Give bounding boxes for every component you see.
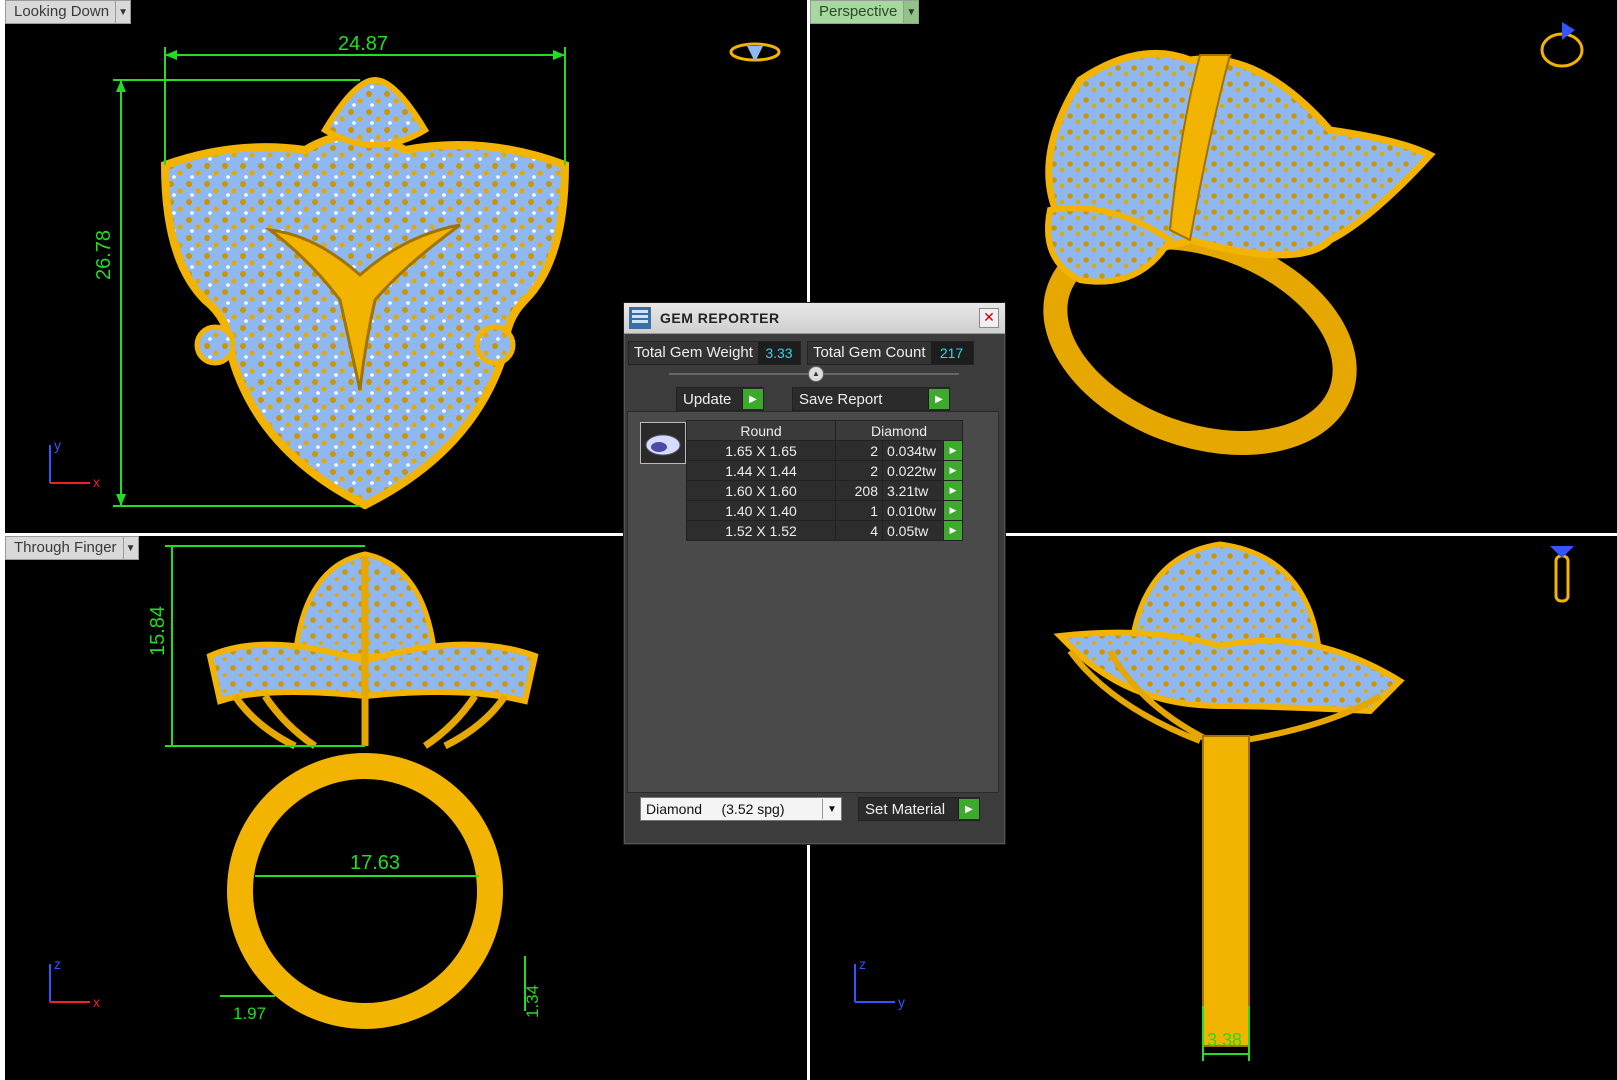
gem-size: 1.40 X 1.40	[686, 500, 836, 521]
table-row[interactable]: 1.65 X 1.65 2 0.034tw ▶	[686, 440, 963, 461]
total-count-field: Total Gem Count 217	[806, 341, 974, 365]
total-weight-label: Total Gem Weight	[629, 342, 758, 364]
play-arrow-icon: ▶	[928, 389, 949, 409]
viewport-tab-through-finger[interactable]: Through Finger ▼	[5, 536, 139, 560]
save-report-label: Save Report	[799, 390, 883, 408]
width-dimension: 24.87	[338, 33, 389, 55]
gem-table: Round Diamond 1.65 X 1.65 2 0.034tw ▶ 1.…	[686, 420, 963, 541]
gem-weight: 3.21tw	[882, 480, 944, 501]
update-button[interactable]: Update ▶	[676, 387, 764, 411]
play-arrow-icon: ▶	[742, 389, 763, 409]
table-row[interactable]: 1.60 X 1.60 208 3.21tw ▶	[686, 480, 963, 501]
band-width-dimension: 1.97	[233, 1004, 267, 1023]
viewport-label: Through Finger	[5, 536, 124, 560]
play-arrow-icon[interactable]: ▶	[943, 480, 963, 501]
gem-size: 1.65 X 1.65	[686, 440, 836, 461]
gem-count: 1	[835, 500, 883, 521]
axis-z-label: z	[859, 956, 866, 972]
total-count-value: 217	[930, 342, 973, 364]
viewport-tab-perspective[interactable]: Perspective ▼	[810, 0, 920, 24]
set-material-button[interactable]: Set Material ▶	[858, 797, 980, 821]
axis-x-label: x	[93, 994, 100, 1010]
gem-count: 2	[835, 460, 883, 481]
ring-preview-icon	[1554, 554, 1570, 603]
material-select[interactable]: Diamond (3.52 spg) ▼	[640, 797, 842, 821]
axis-y-label: y	[54, 437, 61, 453]
gem-reporter-icon	[629, 307, 651, 329]
axis-z-label: z	[54, 956, 61, 972]
chevron-down-icon[interactable]: ▼	[822, 799, 841, 819]
panel-slider[interactable]: ▲	[669, 366, 959, 382]
gem-reporter-dialog: GEM REPORTER ✕ Total Gem Weight 3.33 Tot…	[623, 302, 1006, 845]
play-arrow-icon[interactable]: ▶	[943, 440, 963, 461]
gem-weight: 0.05tw	[882, 520, 944, 541]
dialog-title: GEM REPORTER	[660, 310, 780, 326]
gem-weight: 0.022tw	[882, 460, 944, 481]
play-arrow-icon[interactable]: ▶	[943, 500, 963, 521]
inner-diameter-dimension: 17.63	[350, 852, 401, 874]
material-select-value: Diamond (3.52 spg)	[646, 801, 785, 817]
gem-thumbnail-icon	[640, 422, 686, 464]
shank-width-dimension: 3.38	[1207, 1030, 1243, 1050]
total-count-label: Total Gem Count	[807, 342, 931, 364]
viewport-tab-looking-down[interactable]: Looking Down ▼	[5, 0, 132, 24]
table-row[interactable]: 1.44 X 1.44 2 0.022tw ▶	[686, 460, 963, 481]
viewport-label: Perspective	[810, 0, 905, 24]
play-arrow-icon[interactable]: ▶	[943, 520, 963, 541]
axis-x-label: x	[93, 474, 100, 490]
viewport-label: Looking Down	[5, 0, 117, 24]
slider-knob-icon[interactable]: ▲	[808, 366, 824, 382]
band-thickness-dimension: 1.34	[523, 984, 542, 1018]
gem-count: 2	[835, 440, 883, 461]
dialog-titlebar[interactable]: GEM REPORTER ✕	[624, 303, 1005, 334]
table-row[interactable]: 1.40 X 1.40 1 0.010tw ▶	[686, 500, 963, 521]
shape-header: Round	[686, 420, 836, 441]
gem-weight: 0.034tw	[882, 440, 944, 461]
gem-list-panel: Round Diamond 1.65 X 1.65 2 0.034tw ▶ 1.…	[627, 411, 999, 793]
gem-weight: 0.010tw	[882, 500, 944, 521]
dropdown-arrow-icon[interactable]: ▼	[904, 0, 920, 24]
gem-size: 1.60 X 1.60	[686, 480, 836, 501]
gem-size: 1.52 X 1.52	[686, 520, 836, 541]
play-arrow-icon: ▶	[958, 799, 979, 819]
height-dimension: 26.78	[93, 229, 115, 280]
table-row[interactable]: 1.52 X 1.52 4 0.05tw ▶	[686, 520, 963, 541]
save-report-button[interactable]: Save Report ▶	[792, 387, 950, 411]
close-icon[interactable]: ✕	[979, 308, 999, 328]
total-weight-field: Total Gem Weight 3.33	[628, 341, 801, 365]
totals-row: Total Gem Weight 3.33 Total Gem Count 21…	[628, 341, 1001, 365]
play-arrow-icon[interactable]: ▶	[943, 460, 963, 481]
axis-y-label: y	[898, 994, 905, 1010]
dropdown-arrow-icon[interactable]: ▼	[123, 536, 139, 560]
set-material-label: Set Material	[865, 800, 946, 818]
dropdown-arrow-icon[interactable]: ▼	[116, 0, 132, 24]
gem-size: 1.44 X 1.44	[686, 460, 836, 481]
material-header: Diamond	[835, 420, 963, 441]
head-height-dimension: 15.84	[147, 605, 169, 656]
gem-count: 4	[835, 520, 883, 541]
gem-count: 208	[835, 480, 883, 501]
total-weight-value: 3.33	[757, 342, 800, 364]
update-label: Update	[683, 390, 732, 408]
